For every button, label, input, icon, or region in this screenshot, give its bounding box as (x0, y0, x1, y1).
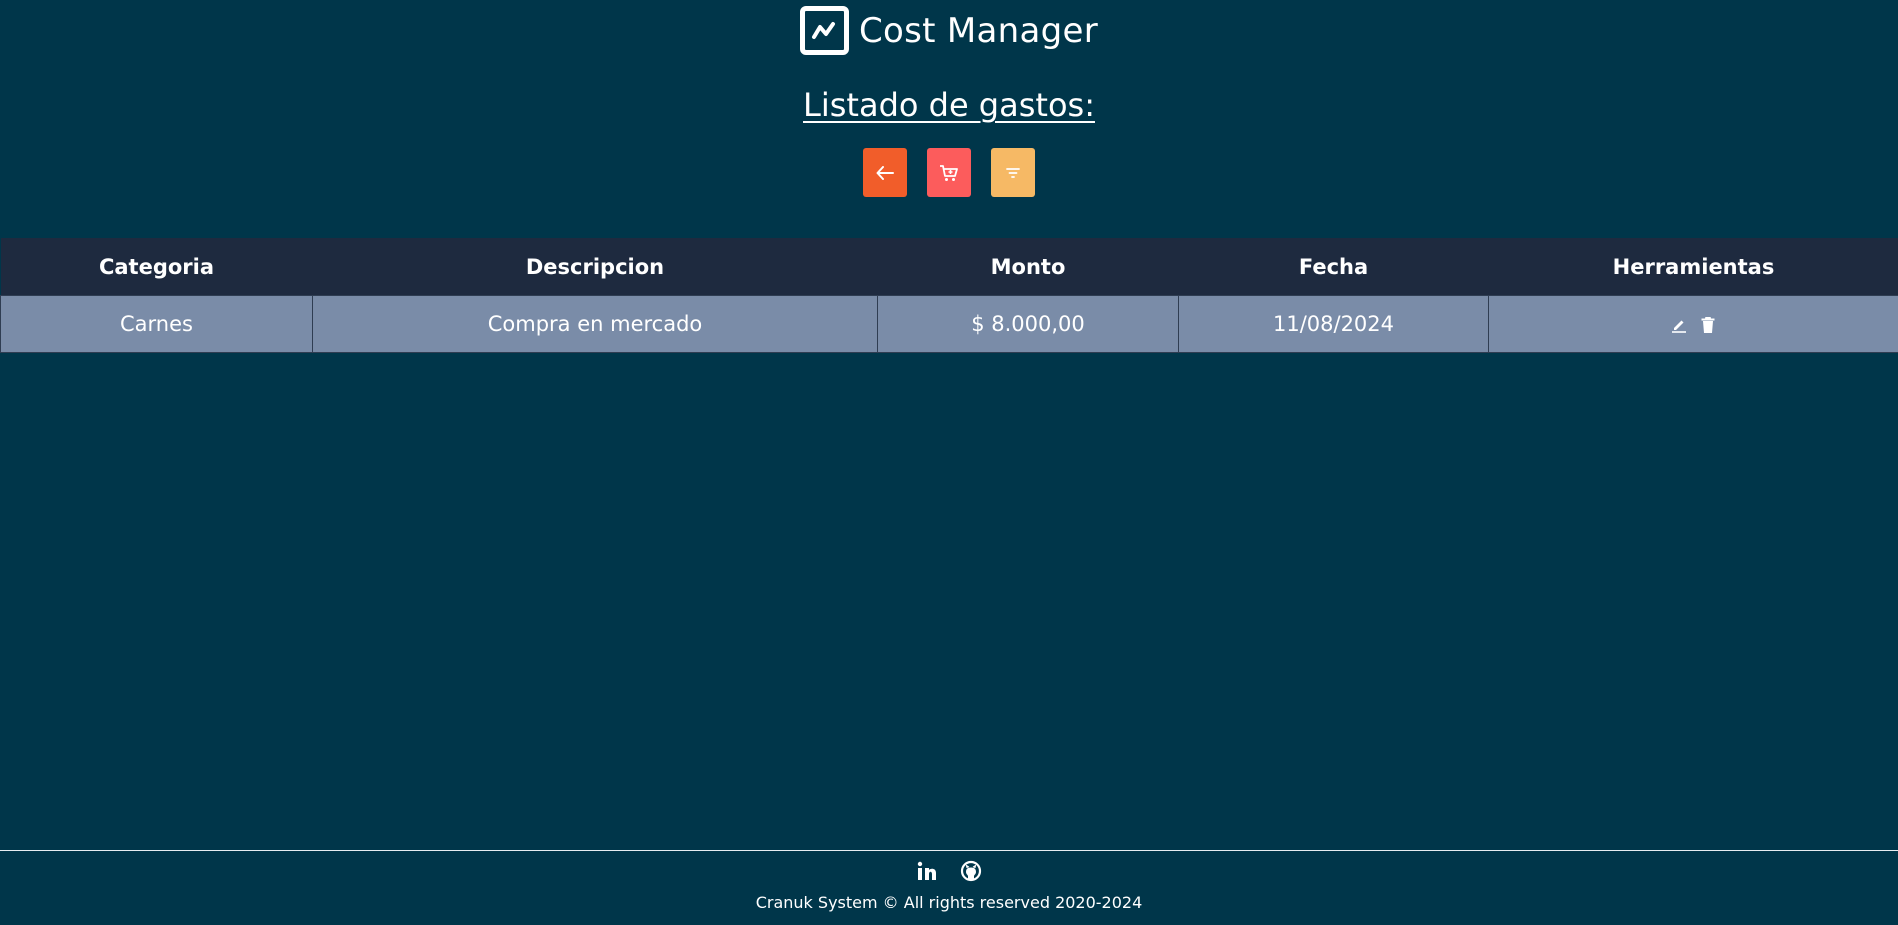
arrow-left-icon (876, 165, 894, 180)
trend-line-icon (799, 6, 849, 55)
trash-icon[interactable] (1697, 314, 1719, 336)
cell-categoria: Carnes (0, 295, 313, 353)
add-expense-button[interactable] (927, 148, 971, 197)
app-header: Cost Manager (0, 6, 1898, 55)
expenses-table: Categoria Descripcion Monto Fecha Herram… (0, 238, 1898, 353)
cell-herramientas (1488, 295, 1898, 353)
column-header-descripcion: Descripcion (312, 238, 878, 296)
cell-monto: $ 8.000,00 (877, 295, 1179, 353)
back-button[interactable] (863, 148, 907, 197)
page: Cost Manager Listado de gastos: Categori… (0, 0, 1898, 925)
edit-icon[interactable] (1668, 314, 1690, 336)
copyright-text: Cranuk System © All rights reserved 2020… (755, 893, 1143, 912)
column-header-monto: Monto (877, 238, 1179, 296)
column-header-categoria: Categoria (0, 238, 313, 296)
cell-descripcion: Compra en mercado (312, 295, 878, 353)
footer: Cranuk System © All rights reserved 2020… (0, 850, 1898, 925)
table-header-row: Categoria Descripcion Monto Fecha Herram… (0, 238, 1898, 296)
github-icon[interactable] (959, 859, 983, 883)
linkedin-icon[interactable] (915, 859, 939, 883)
cart-add-icon (940, 164, 958, 181)
cell-fecha: 11/08/2024 (1178, 295, 1489, 353)
column-header-fecha: Fecha (1178, 238, 1489, 296)
action-toolbar (0, 148, 1898, 197)
column-header-herramientas: Herramientas (1488, 238, 1898, 296)
social-links (0, 859, 1898, 883)
filter-icon (1006, 167, 1020, 178)
app-title: Cost Manager (858, 10, 1099, 51)
table-row: Carnes Compra en mercado $ 8.000,00 11/0… (0, 295, 1898, 353)
filter-button[interactable] (991, 148, 1035, 197)
page-title: Listado de gastos: (803, 86, 1095, 124)
